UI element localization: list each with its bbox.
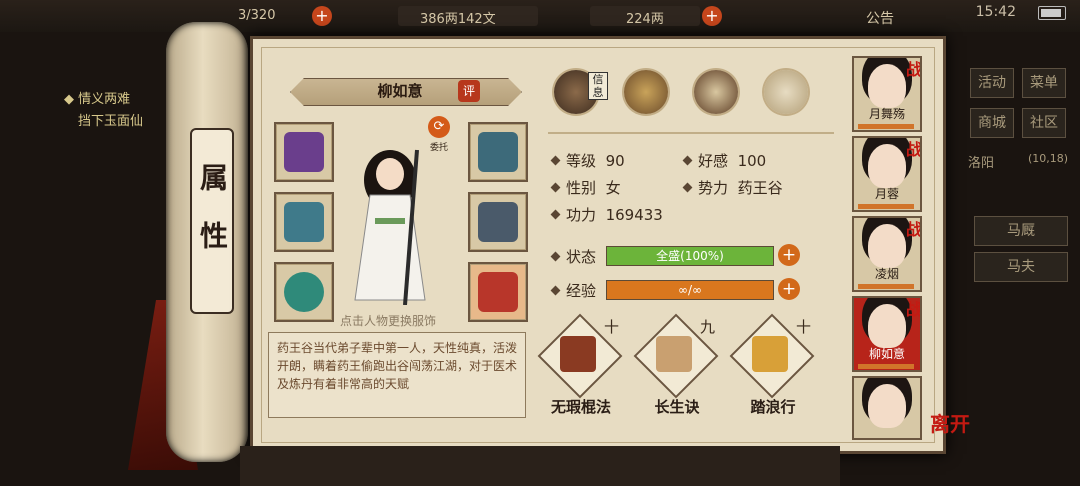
battery-icon bbox=[1038, 6, 1066, 20]
quest-text: 挡下玉面仙 bbox=[78, 114, 144, 129]
activity-button[interactable]: 活动 bbox=[970, 68, 1014, 98]
exp-plus-button[interactable]: + bbox=[778, 278, 800, 300]
status-bar: 全盛(100%) bbox=[606, 246, 774, 266]
exp-label: 经验 bbox=[550, 280, 596, 301]
community-button[interactable]: 社区 bbox=[1022, 108, 1066, 138]
scroll-skill-icon bbox=[656, 336, 692, 372]
quest-title-text: 情义两难 bbox=[78, 92, 131, 107]
bagua-icon[interactable] bbox=[694, 70, 738, 114]
meridian-icon[interactable] bbox=[764, 70, 808, 114]
staff-skill-icon bbox=[560, 336, 596, 372]
equip-slot-3[interactable] bbox=[274, 262, 334, 322]
swap-icon[interactable]: ⟳ bbox=[428, 116, 450, 138]
swap-label: 委托 bbox=[430, 143, 449, 153]
info-tag: 信息 bbox=[588, 72, 608, 100]
status-value: 全盛(100%) bbox=[656, 249, 724, 263]
stat-affection: 好感 100 bbox=[682, 150, 766, 171]
skill-1-name: 无瑕棍法 bbox=[550, 398, 611, 416]
party-member-3[interactable]: 战凌烟 bbox=[852, 216, 922, 292]
quest-title[interactable]: ◆ 情义两难 bbox=[64, 88, 130, 107]
rate-button[interactable]: 评 bbox=[458, 80, 480, 102]
battle-tag: 战 bbox=[905, 60, 922, 79]
status-label: 状态 bbox=[550, 246, 596, 267]
stable-button[interactable]: 马厩 bbox=[974, 216, 1068, 246]
battle-tag: 战 bbox=[905, 140, 922, 159]
dagger-icon bbox=[284, 202, 324, 242]
top-status-bar: 3/320 + 386两142文 224两 + 公告 15:42 bbox=[0, 0, 1080, 32]
ring-icon bbox=[284, 272, 324, 312]
clock: 15:42 bbox=[975, 4, 1016, 20]
status-plus-button[interactable]: + bbox=[778, 244, 800, 266]
party-member-name: 柳如意 bbox=[868, 347, 905, 361]
character-name: 柳如意 bbox=[377, 82, 423, 100]
skill-3-level: 十 bbox=[796, 318, 812, 336]
equip-slot-5[interactable] bbox=[468, 192, 528, 252]
stat-level: 等级 90 bbox=[550, 150, 625, 171]
inventory-count: 3/320 bbox=[238, 8, 276, 23]
copper-amount: 386两142文 bbox=[420, 12, 496, 27]
equip-slot-1[interactable] bbox=[274, 122, 334, 182]
groom-button[interactable]: 马夫 bbox=[974, 252, 1068, 282]
equip-slot-2[interactable] bbox=[274, 192, 334, 252]
party-member-4[interactable]: 战柳如意 bbox=[852, 296, 922, 372]
equip-slot-6[interactable] bbox=[468, 262, 528, 322]
notice-button[interactable]: 公告 bbox=[866, 8, 894, 28]
party-member-name: 月蓉 bbox=[874, 187, 899, 201]
add-gold-button[interactable]: + bbox=[702, 6, 722, 26]
skill-3-name: 踏浪行 bbox=[750, 398, 796, 416]
stat-gender: 性别 女 bbox=[550, 177, 621, 198]
stats-divider bbox=[548, 132, 834, 134]
skill-1-level: 十 bbox=[604, 318, 620, 336]
book-skill-icon[interactable] bbox=[624, 70, 668, 114]
skill-2-level: 九 bbox=[700, 318, 716, 336]
leave-button[interactable]: 离开 bbox=[930, 408, 970, 437]
party-member-name: 月舞殇 bbox=[868, 107, 905, 121]
menu-button[interactable]: 菜单 bbox=[1022, 68, 1066, 98]
helmet-icon bbox=[478, 132, 518, 172]
exp-value: ∞/∞ bbox=[677, 283, 703, 297]
shop-button[interactable]: 商城 bbox=[970, 108, 1014, 138]
book-skill-icon bbox=[752, 336, 788, 372]
stat-faction: 势力 药王谷 bbox=[682, 177, 783, 198]
armor-icon bbox=[478, 202, 518, 242]
location-name: 洛阳 bbox=[968, 156, 995, 171]
party-member-1[interactable]: 战月舞殇 bbox=[852, 56, 922, 132]
scroll-label: 属性 bbox=[190, 128, 234, 314]
character-figure[interactable] bbox=[335, 140, 445, 305]
battle-tag: 战 bbox=[905, 220, 922, 239]
character-description: 药王谷当代弟子辈中第一人，天性纯真，活泼开朗，瞒着药王偷跑出谷闯荡江湖，对于医术… bbox=[268, 332, 526, 418]
gold-amount: 224两 bbox=[626, 12, 664, 27]
add-inventory-button[interactable]: + bbox=[312, 6, 332, 26]
costume-hint: 点击人物更换服饰 bbox=[340, 314, 437, 328]
bottom-nav bbox=[240, 446, 840, 486]
location-coords: (10,18) bbox=[1028, 152, 1069, 165]
party-member-2[interactable]: 战月蓉 bbox=[852, 136, 922, 212]
party-member-name: 凌烟 bbox=[874, 267, 899, 281]
charm-icon bbox=[478, 272, 518, 312]
stat-power: 功力 169433 bbox=[550, 204, 663, 225]
battle-tag: 战 bbox=[905, 300, 922, 319]
party-member-5[interactable] bbox=[852, 376, 922, 440]
equip-slot-4[interactable] bbox=[468, 122, 528, 182]
scroll-bundle-icon bbox=[284, 132, 324, 172]
exp-bar: ∞/∞ bbox=[606, 280, 774, 300]
skill-2-name: 长生诀 bbox=[654, 398, 700, 416]
